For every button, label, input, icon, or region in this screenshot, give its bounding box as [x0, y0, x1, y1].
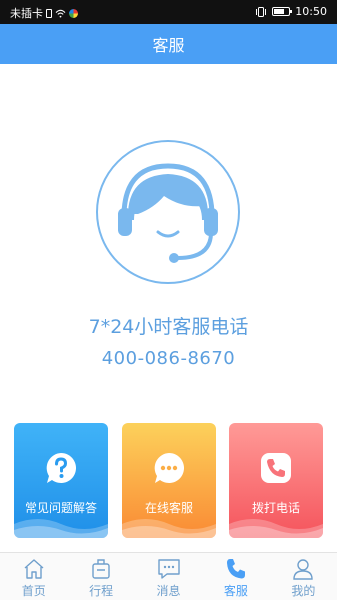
wave-decoration: [122, 519, 216, 538]
tab-home-label: 首页: [21, 584, 46, 598]
home-icon: [24, 559, 44, 579]
sim-card-icon: [46, 8, 52, 18]
tab-messages[interactable]: 消息: [135, 553, 202, 600]
bottom-tab-bar: 首页 行程 消息 客服 我的: [0, 552, 337, 600]
app-notification-icon: [69, 8, 78, 18]
question-icon: [46, 453, 76, 483]
carrier-text: 未插卡: [10, 7, 43, 20]
user-icon: [293, 559, 314, 580]
status-bar: 未插卡 10:50: [0, 0, 337, 24]
hotline-title: 7*24小时客服电话: [88, 316, 249, 338]
vibrate-icon: [256, 6, 267, 17]
wave-decoration: [14, 519, 108, 538]
tab-profile[interactable]: 我的: [270, 553, 337, 600]
wifi-icon: [55, 9, 66, 18]
luggage-icon: [92, 559, 110, 579]
tab-profile-label: 我的: [291, 584, 316, 598]
call-phone-card[interactable]: 拨打电话: [229, 423, 323, 538]
tab-service-label: 客服: [223, 584, 248, 598]
page-header: 客服: [0, 24, 337, 64]
online-service-card[interactable]: 在线客服: [122, 423, 216, 538]
faq-card[interactable]: 常见问题解答: [14, 423, 108, 538]
hotline-number[interactable]: 400-086-8670: [0, 348, 337, 369]
battery-icon: [272, 7, 293, 16]
tab-service[interactable]: 客服: [202, 553, 269, 600]
phone-icon: [261, 453, 291, 483]
tab-trips[interactable]: 行程: [67, 553, 134, 600]
headset-agent-icon: [118, 163, 218, 263]
customer-service-avatar: [96, 140, 240, 284]
phone-icon: [226, 559, 245, 579]
wave-decoration: [229, 519, 323, 538]
tab-messages-label: 消息: [156, 584, 181, 598]
chat-bubble-icon: [154, 453, 184, 483]
tab-trips-label: 行程: [89, 584, 114, 598]
message-icon: [157, 559, 180, 579]
tab-home[interactable]: 首页: [0, 553, 67, 600]
page-title: 客服: [152, 36, 185, 55]
clock-text: 10:50: [295, 5, 327, 18]
